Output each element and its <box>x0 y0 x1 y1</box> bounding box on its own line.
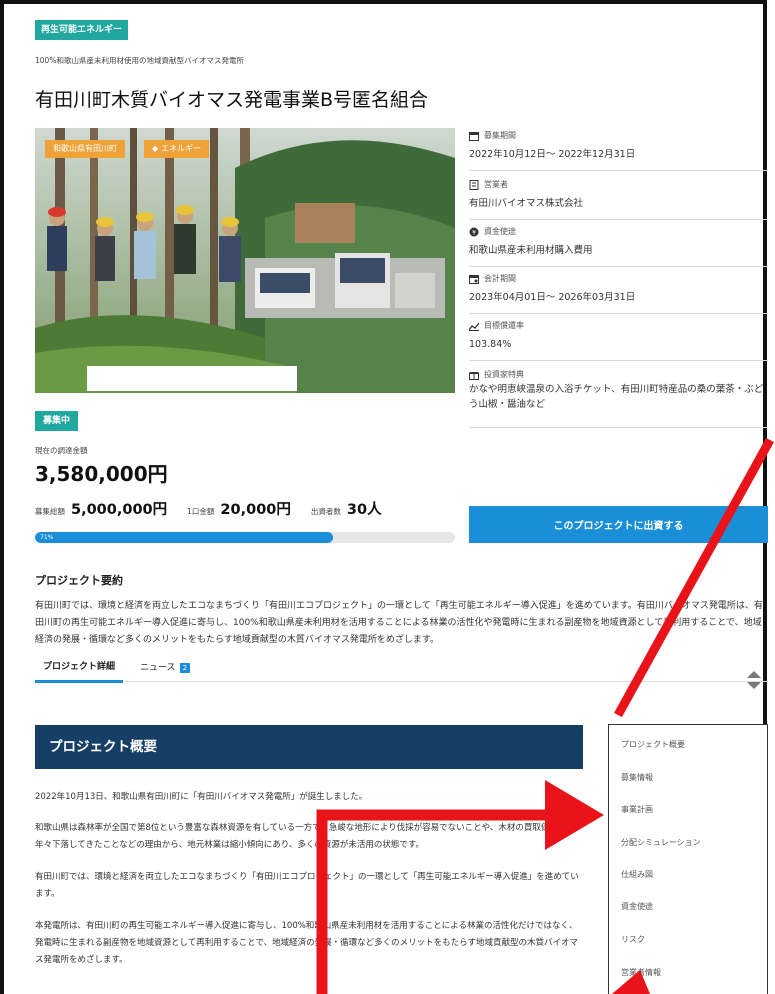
meta-value: 103.84% <box>469 339 512 350</box>
photo-illustration <box>35 128 455 393</box>
meta-label: 投資家特典 <box>484 370 524 379</box>
meta-value: 2022年10月12日～ 2022年12月31日 <box>469 149 636 160</box>
energy-tag-label: エネルギー <box>161 144 202 153</box>
gift-icon <box>469 370 479 380</box>
meta-recruitment-period: 募集期間 2022年10月12日～ 2022年12月31日 <box>469 130 768 171</box>
current-amount-value: 3,580,000円 <box>35 462 168 486</box>
calendar-range-icon <box>469 274 479 284</box>
coin-icon: ¥ <box>469 227 479 237</box>
meta-label: 会計期間 <box>484 274 516 283</box>
project-photo <box>35 128 455 393</box>
overview-para-3: 有田川町では、環境と経済を両立したエコなまちづくり「有田川エコプロジェクト」の一… <box>35 872 579 899</box>
goal-value: 5,000,000円 <box>71 502 168 518</box>
energy-tag[interactable]: ◆ エネルギー <box>144 140 210 158</box>
side-nav-item-distribution[interactable]: 分配シミュレーション <box>621 837 701 848</box>
scroll-toggle-icon[interactable] <box>743 669 765 691</box>
meta-fund-use: ¥ 資金使途 和歌山県産未利用材購入費用 <box>469 226 768 267</box>
category-tag[interactable]: 再生可能エネルギー <box>35 20 129 40</box>
funding-stats: 募集総額 5,000,000円 1口金額 20,000円 出資者数 30人 <box>35 498 382 519</box>
news-count-badge: 2 <box>179 663 191 673</box>
progress-bar: 71% <box>35 532 455 543</box>
meta-value: かなや明恵峡温泉の入浴チケット、有田川町特産品の桑の葉茶・ぶどう山椒・醤油など <box>469 384 764 410</box>
tab-news-label: ニュース <box>140 663 176 673</box>
current-amount-label: 現在の調達金額 <box>35 446 88 455</box>
side-nav-item-business-plan[interactable]: 事業計画 <box>621 804 653 815</box>
side-nav <box>608 724 768 994</box>
building-icon <box>469 179 479 190</box>
chart-line-icon <box>468 321 480 331</box>
side-nav-item-operator[interactable]: 営業者情報 <box>621 967 661 978</box>
meta-label: 資金使途 <box>484 227 516 236</box>
side-nav-item-fund-use[interactable]: 資金使途 <box>621 901 653 912</box>
svg-text:¥: ¥ <box>472 229 476 236</box>
meta-label: 募集期間 <box>484 131 516 140</box>
goal-label: 募集総額 <box>35 507 65 516</box>
progress-label: 71% <box>40 534 54 541</box>
page-title: 有田川町木質バイオマス発電事業B号匿名組合 <box>35 89 429 111</box>
meta-label: 営業者 <box>484 180 508 189</box>
meta-target-return: 目標償還率 103.84% <box>468 320 768 361</box>
location-tag[interactable]: 和歌山県有田川町 <box>45 140 125 158</box>
summary-heading: プロジェクト要約 <box>35 574 123 587</box>
meta-label: 目標償還率 <box>484 321 524 330</box>
side-nav-item-overview[interactable]: プロジェクト概要 <box>621 739 685 750</box>
tag-icon: ◆ <box>152 144 159 153</box>
investors-label: 出資者数 <box>310 507 341 516</box>
tab-news[interactable]: ニュース 2 <box>140 656 191 680</box>
overview-heading: プロジェクト概要 <box>35 725 583 769</box>
summary-text: 有田川町では、環境と経済を両立したエコなまちづくり「有田川エコプロジェクト」の一… <box>35 601 763 645</box>
side-nav-item-recruitment[interactable]: 募集情報 <box>621 772 653 783</box>
calendar-icon <box>469 131 479 141</box>
overview-para-1: 2022年10月13日、和歌山県有田川町に「有田川バイオマス発電所」が誕生しまし… <box>35 792 368 802</box>
investors-value: 30人 <box>346 502 382 518</box>
meta-investor-benefits: 投資家特典 かなや明恵峡温泉の入浴チケット、有田川町特産品の桑の葉茶・ぶどう山椒… <box>469 369 768 428</box>
meta-value: 有田川バイオマス株式会社 <box>469 198 584 209</box>
progress-fill: 71% <box>35 532 334 543</box>
meta-operator: 営業者 有田川バイオマス株式会社 <box>469 179 768 220</box>
meta-value: 和歌山県産未利用材購入費用 <box>469 245 593 256</box>
project-subtitle: 100%和歌山県産未利用材使用の地域貢献型バイオマス発電所 <box>35 56 244 65</box>
unit-label: 1口金額 <box>187 507 215 516</box>
unit-value: 20,000円 <box>220 502 291 518</box>
side-nav-item-scheme[interactable]: 仕組み図 <box>621 869 653 880</box>
invest-button[interactable]: このプロジェクトに出資する <box>469 506 768 543</box>
side-nav-item-risk[interactable]: リスク <box>621 934 645 945</box>
overview-para-2: 和歌山県は森林率が全国で第8位という豊富な森林資源を有している一方で、急峻な地形… <box>35 823 567 850</box>
overview-para-4: 本発電所は、有田川町の再生可能エネルギー導入促進に寄与し、100%和歌山県産未利… <box>35 921 578 965</box>
status-badge: 募集中 <box>35 411 79 431</box>
meta-accounting-period: 会計期間 2023年04月01日～ 2026年03月31日 <box>469 273 768 314</box>
tab-project-details[interactable]: プロジェクト詳細 <box>35 656 124 683</box>
meta-value: 2023年04月01日～ 2026年03月31日 <box>469 292 636 303</box>
